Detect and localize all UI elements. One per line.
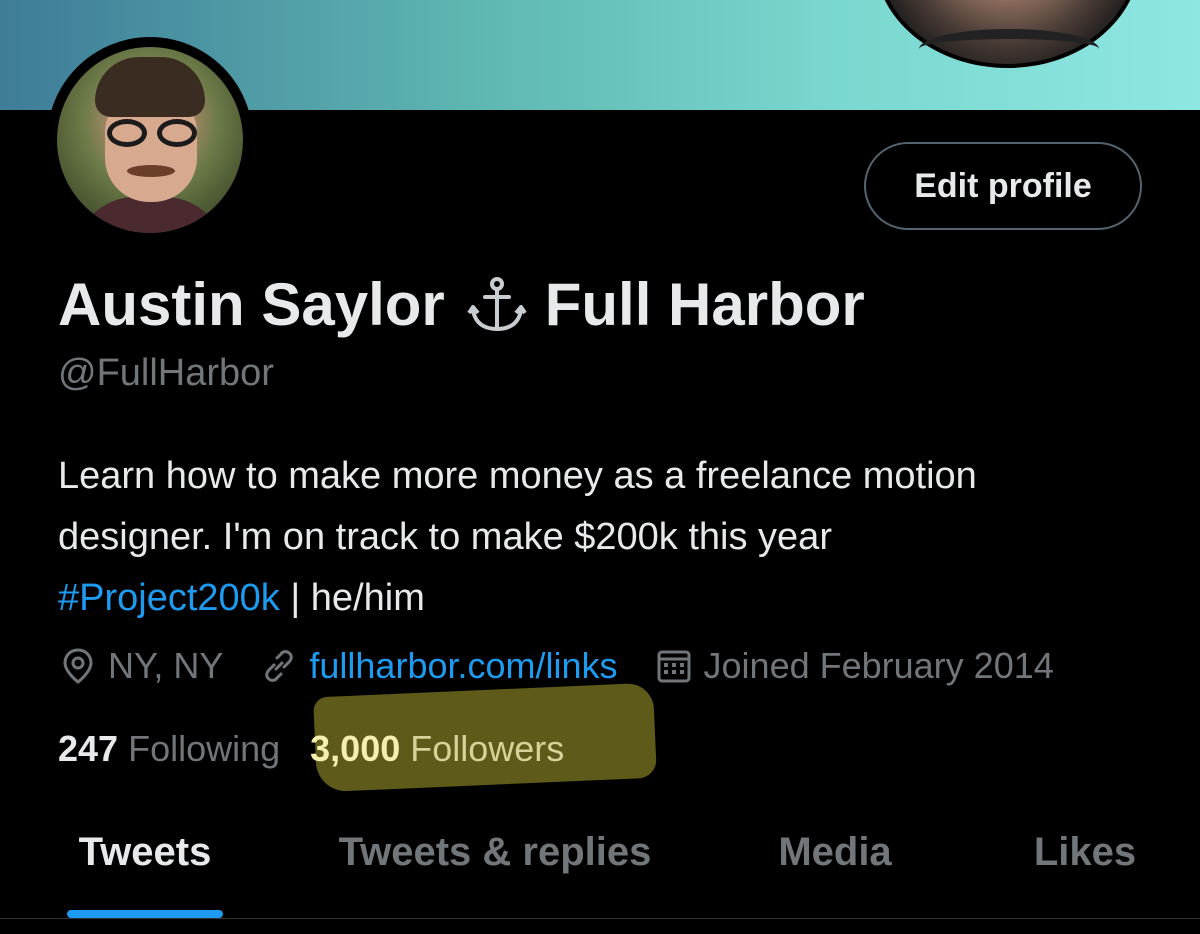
- active-tab-indicator: [67, 910, 223, 918]
- tab-tweets-and-replies[interactable]: Tweets & replies: [290, 808, 700, 920]
- display-name: Austin Saylor Full Harbor: [58, 270, 865, 339]
- following-link[interactable]: 247 Following: [58, 728, 280, 770]
- avatar-hair: [95, 57, 205, 117]
- location-text: NY, NY: [108, 645, 224, 686]
- avatar-shirt: [75, 197, 225, 233]
- joined-date: Joined February 2014: [654, 645, 1054, 687]
- tabs-divider: [0, 918, 1200, 919]
- bio-line: #Project200k | he/him: [58, 568, 1168, 629]
- username-handle: @FullHarbor: [58, 352, 274, 394]
- profile-tabs: Tweets Tweets & replies Media Likes: [0, 808, 1200, 920]
- bio-line: Learn how to make more money as a freela…: [58, 455, 977, 497]
- avatar-glasses: [101, 119, 205, 151]
- follow-stats: 247 Following 3,000 Followers: [58, 724, 564, 774]
- tab-label: Media: [778, 830, 892, 874]
- tab-label: Likes: [1033, 830, 1137, 874]
- following-count: 247: [58, 728, 119, 769]
- profile-bio: Learn how to make more money as a freela…: [58, 446, 1168, 629]
- display-name-part2: Full Harbor: [544, 271, 865, 338]
- location-pin-icon: [63, 648, 93, 684]
- banner-photo: [875, 0, 1140, 68]
- followers-link[interactable]: 3,000 Followers: [310, 728, 564, 770]
- tab-likes[interactable]: Likes: [970, 808, 1200, 920]
- tab-tweets[interactable]: Tweets: [0, 808, 290, 920]
- tab-label: Tweets & replies: [338, 830, 652, 874]
- hashtag-link[interactable]: #Project200k: [58, 577, 280, 619]
- display-name-part1: Austin Saylor: [58, 271, 445, 338]
- bio-line: designer. I'm on track to make $200k thi…: [58, 516, 832, 558]
- bio-pronouns: | he/him: [279, 577, 425, 619]
- website-link[interactable]: fullharbor.com/links: [309, 645, 617, 687]
- avatar[interactable]: [57, 47, 243, 233]
- calendar-icon: [657, 650, 691, 683]
- tab-label: Tweets: [78, 830, 212, 874]
- profile-meta: NY, NY fullharbor.com/links Joined Febru…: [58, 640, 1054, 692]
- following-label: Following: [128, 728, 281, 769]
- location: NY, NY: [58, 645, 223, 687]
- link-icon: [265, 650, 294, 682]
- microphone-shape: [919, 29, 1099, 69]
- followers-count: 3,000: [310, 728, 401, 769]
- followers-label: Followers: [410, 728, 565, 769]
- avatar-mustache: [127, 165, 175, 177]
- anchor-icon: [465, 273, 529, 337]
- website[interactable]: fullharbor.com/links: [259, 645, 618, 687]
- edit-profile-button[interactable]: Edit profile: [864, 142, 1142, 230]
- joined-text: Joined February 2014: [703, 645, 1054, 686]
- tab-media[interactable]: Media: [700, 808, 970, 920]
